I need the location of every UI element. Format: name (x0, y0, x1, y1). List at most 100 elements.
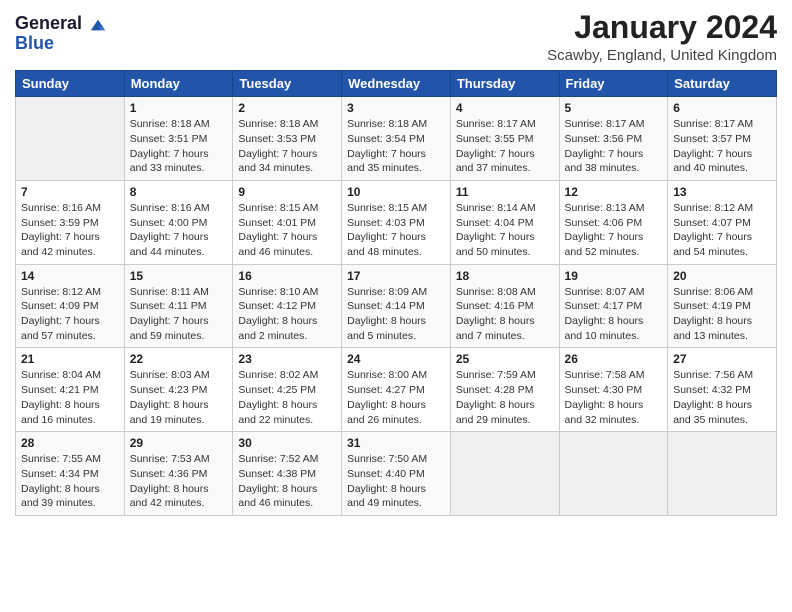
calendar-cell: 15 Sunrise: 8:11 AM Sunset: 4:11 PM Dayli… (124, 264, 233, 348)
calendar-cell: 27 Sunrise: 7:56 AM Sunset: 4:32 PM Dayli… (668, 348, 777, 432)
day-number: 9 (238, 185, 336, 199)
calendar-cell: 10 Sunrise: 8:15 AM Sunset: 4:03 PM Dayli… (342, 180, 451, 264)
calendar-cell: 7Sunrise: 8:16 AM Sunset: 3:59 PM Daylig… (16, 180, 125, 264)
day-detail: Sunrise: 8:17 AM Sunset: 3:57 PM Dayligh… (673, 117, 771, 176)
day-detail: Sunrise: 8:04 AM Sunset: 4:21 PM Dayligh… (21, 368, 119, 427)
day-detail: Sunrise: 7:58 AM Sunset: 4:30 PM Dayligh… (565, 368, 663, 427)
day-number: 22 (130, 352, 228, 366)
day-detail: Sunrise: 8:12 AM Sunset: 4:07 PM Dayligh… (673, 201, 771, 260)
day-detail: Sunrise: 7:59 AM Sunset: 4:28 PM Dayligh… (456, 368, 554, 427)
dow-header-wednesday: Wednesday (342, 71, 451, 97)
day-detail: Sunrise: 8:15 AM Sunset: 4:03 PM Dayligh… (347, 201, 445, 260)
dow-header-thursday: Thursday (450, 71, 559, 97)
day-number: 24 (347, 352, 445, 366)
logo-icon (89, 16, 107, 34)
day-detail: Sunrise: 8:18 AM Sunset: 3:51 PM Dayligh… (130, 117, 228, 176)
day-detail: Sunrise: 8:12 AM Sunset: 4:09 PM Dayligh… (21, 285, 119, 344)
day-detail: Sunrise: 8:15 AM Sunset: 4:01 PM Dayligh… (238, 201, 336, 260)
day-detail: Sunrise: 8:18 AM Sunset: 3:53 PM Dayligh… (238, 117, 336, 176)
day-detail: Sunrise: 8:08 AM Sunset: 4:16 PM Dayligh… (456, 285, 554, 344)
calendar-cell: 8 Sunrise: 8:16 AM Sunset: 4:00 PM Daylig… (124, 180, 233, 264)
calendar-cell (559, 432, 668, 516)
calendar-week-1: 1 Sunrise: 8:18 AM Sunset: 3:51 PM Daylig… (16, 97, 777, 181)
day-number: 26 (565, 352, 663, 366)
logo: General Blue (15, 14, 107, 54)
calendar-cell: 28Sunrise: 7:55 AM Sunset: 4:34 PM Dayli… (16, 432, 125, 516)
day-number: 13 (673, 185, 771, 199)
calendar-table: SundayMondayTuesdayWednesdayThursdayFrid… (15, 70, 777, 516)
calendar-week-3: 14Sunrise: 8:12 AM Sunset: 4:09 PM Dayli… (16, 264, 777, 348)
calendar-cell: 14Sunrise: 8:12 AM Sunset: 4:09 PM Dayli… (16, 264, 125, 348)
day-number: 6 (673, 101, 771, 115)
calendar-cell: 24 Sunrise: 8:00 AM Sunset: 4:27 PM Dayli… (342, 348, 451, 432)
day-detail: Sunrise: 8:14 AM Sunset: 4:04 PM Dayligh… (456, 201, 554, 260)
day-number: 31 (347, 436, 445, 450)
day-detail: Sunrise: 8:16 AM Sunset: 3:59 PM Dayligh… (21, 201, 119, 260)
calendar-cell: 5Sunrise: 8:17 AM Sunset: 3:56 PM Daylig… (559, 97, 668, 181)
calendar-cell: 30 Sunrise: 7:52 AM Sunset: 4:38 PM Dayli… (233, 432, 342, 516)
day-number: 25 (456, 352, 554, 366)
calendar-cell: 16 Sunrise: 8:10 AM Sunset: 4:12 PM Dayli… (233, 264, 342, 348)
day-detail: Sunrise: 8:09 AM Sunset: 4:14 PM Dayligh… (347, 285, 445, 344)
calendar-cell: 11Sunrise: 8:14 AM Sunset: 4:04 PM Dayli… (450, 180, 559, 264)
calendar-cell: 19 Sunrise: 8:07 AM Sunset: 4:17 PM Dayli… (559, 264, 668, 348)
calendar-week-5: 28Sunrise: 7:55 AM Sunset: 4:34 PM Dayli… (16, 432, 777, 516)
day-detail: Sunrise: 8:18 AM Sunset: 3:54 PM Dayligh… (347, 117, 445, 176)
calendar-cell: 9 Sunrise: 8:15 AM Sunset: 4:01 PM Daylig… (233, 180, 342, 264)
calendar-cell: 22Sunrise: 8:03 AM Sunset: 4:23 PM Dayli… (124, 348, 233, 432)
day-number: 4 (456, 101, 554, 115)
day-number: 19 (565, 269, 663, 283)
day-number: 27 (673, 352, 771, 366)
day-number: 3 (347, 101, 445, 115)
day-detail: Sunrise: 7:56 AM Sunset: 4:32 PM Dayligh… (673, 368, 771, 427)
calendar-cell: 17 Sunrise: 8:09 AM Sunset: 4:14 PM Dayli… (342, 264, 451, 348)
calendar-cell: 12 Sunrise: 8:13 AM Sunset: 4:06 PM Dayli… (559, 180, 668, 264)
day-number: 10 (347, 185, 445, 199)
day-number: 8 (130, 185, 228, 199)
day-number: 21 (21, 352, 119, 366)
calendar-cell: 23Sunrise: 8:02 AM Sunset: 4:25 PM Dayli… (233, 348, 342, 432)
day-detail: Sunrise: 8:02 AM Sunset: 4:25 PM Dayligh… (238, 368, 336, 427)
day-number: 1 (130, 101, 228, 115)
day-detail: Sunrise: 8:00 AM Sunset: 4:27 PM Dayligh… (347, 368, 445, 427)
calendar-cell (668, 432, 777, 516)
calendar-week-4: 21 Sunrise: 8:04 AM Sunset: 4:21 PM Dayli… (16, 348, 777, 432)
calendar-cell: 2 Sunrise: 8:18 AM Sunset: 3:53 PM Daylig… (233, 97, 342, 181)
day-detail: Sunrise: 7:53 AM Sunset: 4:36 PM Dayligh… (130, 452, 228, 511)
day-number: 30 (238, 436, 336, 450)
day-detail: Sunrise: 8:16 AM Sunset: 4:00 PM Dayligh… (130, 201, 228, 260)
day-number: 12 (565, 185, 663, 199)
day-number: 17 (347, 269, 445, 283)
day-number: 15 (130, 269, 228, 283)
day-detail: Sunrise: 8:11 AM Sunset: 4:11 PM Dayligh… (130, 285, 228, 344)
calendar-cell: 6 Sunrise: 8:17 AM Sunset: 3:57 PM Daylig… (668, 97, 777, 181)
dow-header-tuesday: Tuesday (233, 71, 342, 97)
calendar-cell: 4Sunrise: 8:17 AM Sunset: 3:55 PM Daylig… (450, 97, 559, 181)
day-detail: Sunrise: 8:10 AM Sunset: 4:12 PM Dayligh… (238, 285, 336, 344)
day-number: 2 (238, 101, 336, 115)
page-container: General Blue January 2024 Scawby, Englan… (0, 0, 792, 526)
day-detail: Sunrise: 7:55 AM Sunset: 4:34 PM Dayligh… (21, 452, 119, 511)
calendar-cell: 20Sunrise: 8:06 AM Sunset: 4:19 PM Dayli… (668, 264, 777, 348)
month-title: January 2024 (547, 10, 777, 45)
calendar-week-2: 7Sunrise: 8:16 AM Sunset: 3:59 PM Daylig… (16, 180, 777, 264)
day-detail: Sunrise: 7:52 AM Sunset: 4:38 PM Dayligh… (238, 452, 336, 511)
day-detail: Sunrise: 8:06 AM Sunset: 4:19 PM Dayligh… (673, 285, 771, 344)
day-detail: Sunrise: 8:13 AM Sunset: 4:06 PM Dayligh… (565, 201, 663, 260)
calendar-cell: 1 Sunrise: 8:18 AM Sunset: 3:51 PM Daylig… (124, 97, 233, 181)
calendar-cell: 18Sunrise: 8:08 AM Sunset: 4:16 PM Dayli… (450, 264, 559, 348)
day-number: 16 (238, 269, 336, 283)
day-detail: Sunrise: 8:07 AM Sunset: 4:17 PM Dayligh… (565, 285, 663, 344)
logo-general: General (15, 13, 82, 33)
calendar-cell (450, 432, 559, 516)
dow-header-saturday: Saturday (668, 71, 777, 97)
title-block: January 2024 Scawby, England, United Kin… (547, 10, 777, 64)
location-subtitle: Scawby, England, United Kingdom (547, 47, 777, 64)
day-number: 5 (565, 101, 663, 115)
calendar-cell: 29Sunrise: 7:53 AM Sunset: 4:36 PM Dayli… (124, 432, 233, 516)
calendar-cell: 25 Sunrise: 7:59 AM Sunset: 4:28 PM Dayli… (450, 348, 559, 432)
logo-line2: Blue (15, 34, 107, 54)
calendar-cell: 3 Sunrise: 8:18 AM Sunset: 3:54 PM Daylig… (342, 97, 451, 181)
dow-header-sunday: Sunday (16, 71, 125, 97)
calendar-cell (16, 97, 125, 181)
